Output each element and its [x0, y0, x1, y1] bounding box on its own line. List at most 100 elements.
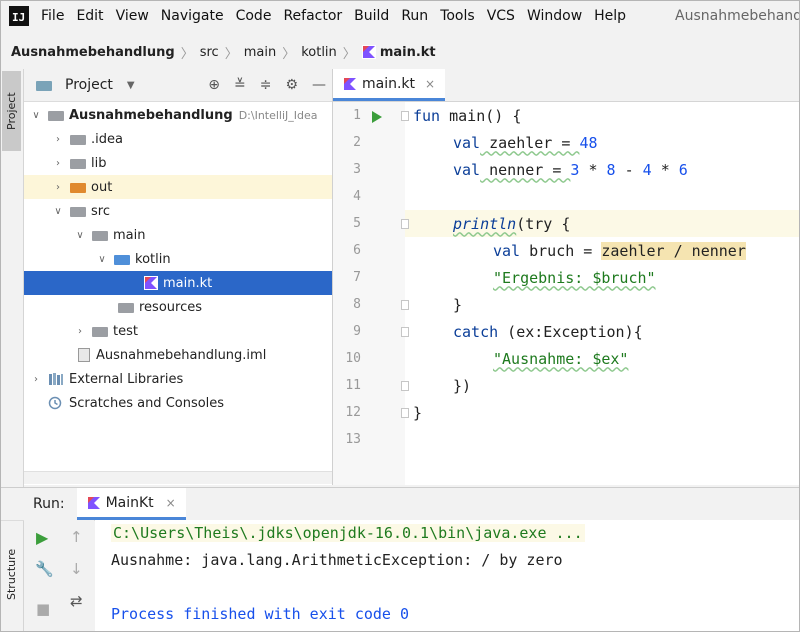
- chevron-down-icon[interactable]: ∨: [74, 230, 86, 241]
- gear-icon[interactable]: ⚙: [285, 77, 298, 93]
- menu-edit[interactable]: Edit: [76, 8, 103, 24]
- code-line-1: fun main() {: [413, 106, 522, 125]
- fold-marker-icon[interactable]: [401, 327, 409, 337]
- fold-marker-icon[interactable]: [401, 111, 409, 121]
- fold-marker-icon[interactable]: [401, 219, 409, 229]
- tree-item-root[interactable]: ∨ Ausnahmebehandlung D:\IntelliJ_Idea: [24, 103, 332, 127]
- project-tool-tab[interactable]: Project: [2, 71, 21, 151]
- tree-item-resources[interactable]: resources: [24, 295, 332, 319]
- tree-item-lib[interactable]: › lib: [24, 151, 332, 175]
- breadcrumb-project[interactable]: Ausnahmebehandlung: [11, 45, 175, 60]
- wrench-icon[interactable]: 🔧: [35, 560, 54, 578]
- line-number: 6: [353, 243, 361, 258]
- chevron-down-icon[interactable]: ∨: [52, 206, 64, 217]
- stop-icon[interactable]: ■: [36, 600, 50, 618]
- menu-tools[interactable]: Tools: [440, 8, 475, 24]
- code-line-12: }: [413, 403, 423, 422]
- expand-all-icon[interactable]: ≚: [234, 77, 246, 93]
- close-icon[interactable]: ×: [166, 496, 176, 510]
- breadcrumb-main-kt[interactable]: main.kt: [380, 45, 436, 60]
- chevron-down-icon[interactable]: ∨: [96, 254, 108, 265]
- intellij-logo-icon: IJ: [9, 6, 29, 26]
- line-number: 4: [353, 189, 361, 204]
- tree-item-label: main.kt: [163, 275, 213, 291]
- run-tab-mainkt[interactable]: MainKt ×: [76, 488, 186, 520]
- structure-tool-tab[interactable]: Structure: [2, 529, 21, 619]
- hide-icon[interactable]: —: [312, 77, 326, 93]
- tree-item-idea[interactable]: › .idea: [24, 127, 332, 151]
- tree-item-label: out: [91, 179, 113, 195]
- chevron-right-icon[interactable]: ›: [52, 158, 64, 169]
- arrow-up-icon[interactable]: ↑: [70, 528, 83, 546]
- ide-window: IJ File Edit View Navigate Code Refactor…: [0, 0, 800, 632]
- tree-item-label: test: [113, 323, 138, 339]
- close-icon[interactable]: ×: [425, 77, 435, 91]
- locate-icon[interactable]: ⊕: [208, 77, 220, 93]
- folder-icon: [36, 79, 52, 91]
- chevron-right-icon: 〉: [342, 46, 356, 62]
- line-number: 1: [353, 108, 361, 123]
- tree-item-out[interactable]: › out: [24, 175, 332, 199]
- chevron-right-icon[interactable]: ›: [74, 326, 86, 337]
- breadcrumb-kotlin[interactable]: kotlin: [301, 45, 337, 60]
- chevron-right-icon: 〉: [282, 46, 296, 62]
- excluded-folder-icon: [70, 181, 86, 193]
- tree-item-external-libraries[interactable]: › External Libraries: [24, 367, 332, 391]
- folder-icon: [70, 205, 86, 217]
- menu-help[interactable]: Help: [594, 8, 626, 24]
- menu-navigate[interactable]: Navigate: [161, 8, 224, 24]
- tree-item-main[interactable]: ∨ main: [24, 223, 332, 247]
- fold-marker-icon[interactable]: [401, 381, 409, 391]
- menu-refactor[interactable]: Refactor: [283, 8, 342, 24]
- menu-code[interactable]: Code: [236, 8, 272, 24]
- kotlin-file-icon: [144, 276, 158, 290]
- chevron-down-icon[interactable]: ∨: [30, 110, 42, 121]
- menu-vcs[interactable]: VCS: [487, 8, 515, 24]
- run-gutter-icon[interactable]: [372, 111, 382, 123]
- run-panel-header: Run: MainKt ×: [1, 487, 799, 521]
- tree-item-test[interactable]: › test: [24, 319, 332, 343]
- collapse-all-icon[interactable]: ≑: [260, 77, 272, 93]
- chevron-right-icon: 〉: [180, 46, 194, 62]
- breadcrumb-main[interactable]: main: [244, 45, 276, 60]
- menu-bar: IJ File Edit View Navigate Code Refactor…: [1, 1, 800, 31]
- tree-item-label: src: [91, 203, 110, 219]
- menu-window[interactable]: Window: [527, 8, 582, 24]
- menu-view[interactable]: View: [116, 8, 149, 24]
- code-line-8: }: [453, 295, 463, 314]
- menu-run[interactable]: Run: [401, 8, 428, 24]
- chevron-right-icon[interactable]: ›: [52, 134, 64, 145]
- chevron-right-icon[interactable]: ›: [30, 374, 42, 385]
- menu-build[interactable]: Build: [354, 8, 389, 24]
- code-line-2: val zaehler = 48: [453, 133, 598, 152]
- tree-item-main-kt[interactable]: main.kt: [24, 271, 332, 295]
- fold-marker-icon[interactable]: [401, 300, 409, 310]
- line-number: 13: [345, 432, 361, 447]
- tree-item-kotlin[interactable]: ∨ kotlin: [24, 247, 332, 271]
- tree-item-label: .idea: [91, 131, 123, 147]
- fold-marker-icon[interactable]: [401, 408, 409, 418]
- chevron-right-icon[interactable]: ›: [52, 182, 64, 193]
- iml-file-icon: [78, 348, 90, 362]
- breadcrumb-src[interactable]: src: [200, 45, 219, 60]
- run-console[interactable]: C:\Users\Theis\.jdks\openjdk-16.0.1\bin\…: [95, 520, 799, 631]
- project-toolbar: ⊕ ≚ ≑ ⚙ —: [194, 77, 326, 93]
- code-line-10: "Ausnahme: $ex": [493, 349, 629, 368]
- project-panel-title[interactable]: Project: [65, 77, 113, 93]
- tree-item-scratches[interactable]: Scratches and Consoles: [24, 391, 332, 415]
- tree-item-iml[interactable]: Ausnahmebehandlung.iml: [24, 343, 332, 367]
- chevron-down-icon[interactable]: ▼: [127, 80, 135, 91]
- tree-item-path: D:\IntelliJ_Idea: [238, 108, 318, 122]
- run-toolbar: ▶ ↑ 🔧 ↓ ⇄ ■: [24, 520, 94, 631]
- project-panel: Project ▼ ⊕ ≚ ≑ ⚙ — ∨ Ausnahmebehandlung…: [24, 69, 333, 485]
- soft-wrap-icon[interactable]: ⇄: [70, 592, 83, 610]
- rerun-icon[interactable]: ▶: [36, 528, 48, 547]
- console-line-command: C:\Users\Theis\.jdks\openjdk-16.0.1\bin\…: [111, 524, 585, 542]
- editor-tab-main-kt[interactable]: main.kt ×: [333, 69, 446, 101]
- tree-item-src[interactable]: ∨ src: [24, 199, 332, 223]
- arrow-down-icon[interactable]: ↓: [70, 560, 83, 578]
- horizontal-scrollbar[interactable]: [24, 471, 332, 484]
- code-editor[interactable]: 1 2 3 4 5 6 7 8 9 10 11 12 13 fun main()…: [333, 102, 799, 485]
- window-title: Ausnahmebehand: [675, 8, 800, 24]
- menu-file[interactable]: File: [41, 8, 64, 24]
